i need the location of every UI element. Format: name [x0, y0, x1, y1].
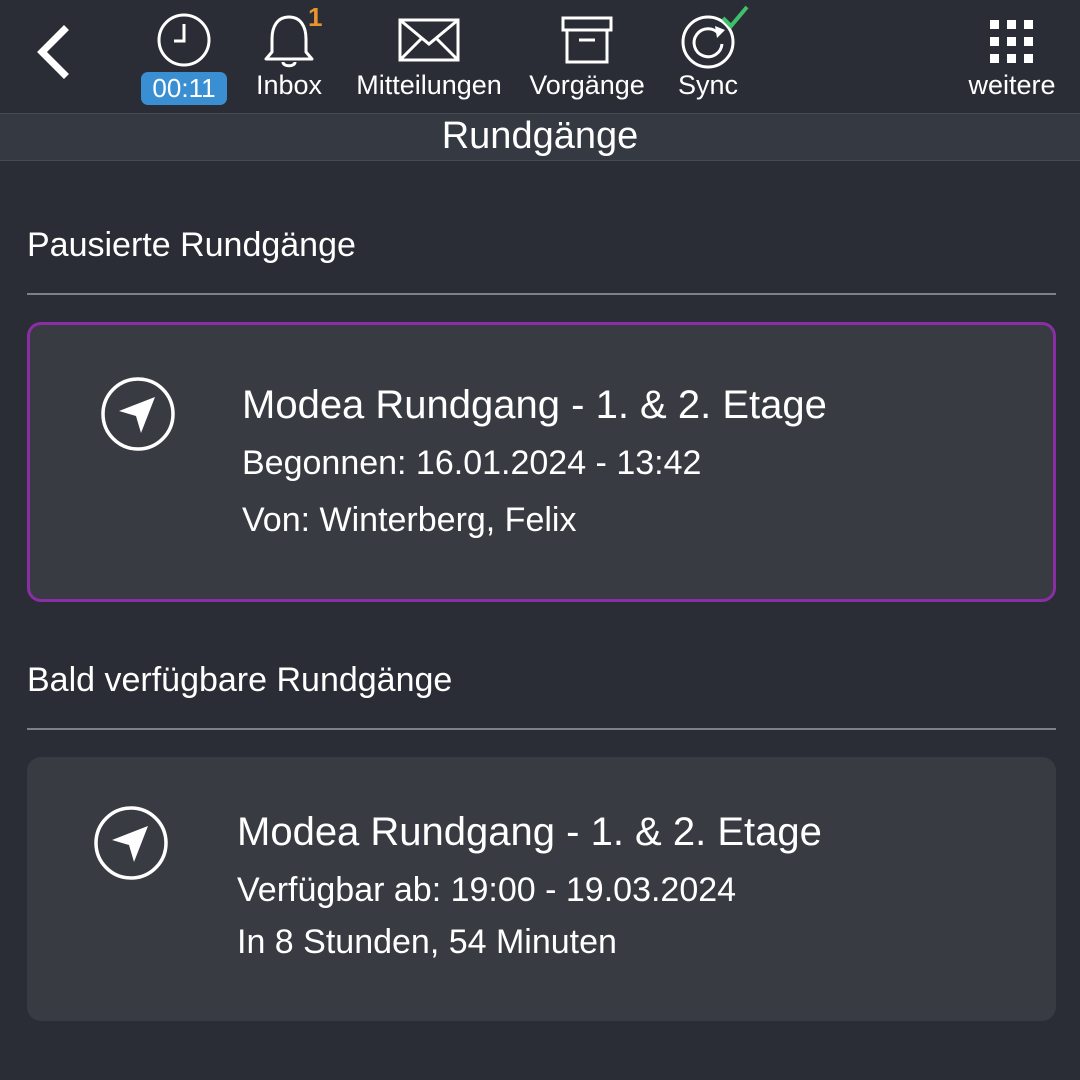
- tour-countdown: In 8 Stunden, 54 Minuten: [237, 923, 617, 961]
- section-divider: [27, 728, 1056, 730]
- back-button[interactable]: [28, 18, 82, 88]
- archive-box-icon: [561, 16, 613, 64]
- inbox-button[interactable]: 1 Inbox: [246, 0, 332, 113]
- timer-value: 00:11: [141, 72, 227, 105]
- more-label: weitere: [968, 70, 1056, 100]
- paused-section-heading: Pausierte Rundgänge: [27, 226, 356, 264]
- inbox-label: Inbox: [255, 70, 323, 100]
- clock-icon: [157, 13, 211, 67]
- upcoming-tour-card[interactable]: Modea Rundgang - 1. & 2. Etage Verfügbar…: [27, 757, 1056, 1021]
- navigation-arrow-icon: [94, 806, 168, 880]
- grid-dots-icon: [990, 20, 1033, 63]
- inbox-count-badge: 1: [308, 2, 323, 32]
- upcoming-section-heading: Bald verfügbare Rundgänge: [27, 661, 453, 699]
- sync-button[interactable]: Sync: [664, 0, 752, 113]
- processes-label: Vorgänge: [529, 70, 645, 100]
- messages-label: Mitteilungen: [356, 70, 502, 100]
- envelope-icon: [398, 18, 460, 62]
- chevron-left-icon: [37, 25, 69, 79]
- tour-title: Modea Rundgang - 1. & 2. Etage: [237, 810, 822, 854]
- navigation-arrow-icon: [101, 377, 175, 451]
- paused-tour-card[interactable]: Modea Rundgang - 1. & 2. Etage Begonnen:…: [27, 322, 1056, 602]
- tour-started: Begonnen: 16.01.2024 - 13:42: [242, 444, 702, 482]
- tour-title: Modea Rundgang - 1. & 2. Etage: [242, 383, 827, 427]
- page-title: Rundgänge: [441, 115, 639, 157]
- timer-button[interactable]: 00:11: [138, 0, 230, 113]
- more-button[interactable]: weitere: [960, 0, 1064, 113]
- check-icon: [721, 5, 749, 29]
- processes-button[interactable]: Vorgänge: [521, 0, 653, 113]
- tour-started-by: Von: Winterberg, Felix: [242, 501, 577, 539]
- page-title-bar: Rundgänge: [0, 113, 1080, 161]
- messages-button[interactable]: Mitteilungen: [347, 0, 511, 113]
- top-toolbar: 00:11 1 Inbox Mitteilungen Vorgänge Sync…: [0, 0, 1080, 113]
- section-divider: [27, 293, 1056, 295]
- sync-label: Sync: [677, 70, 739, 100]
- tour-available-from: Verfügbar ab: 19:00 - 19.03.2024: [237, 871, 737, 909]
